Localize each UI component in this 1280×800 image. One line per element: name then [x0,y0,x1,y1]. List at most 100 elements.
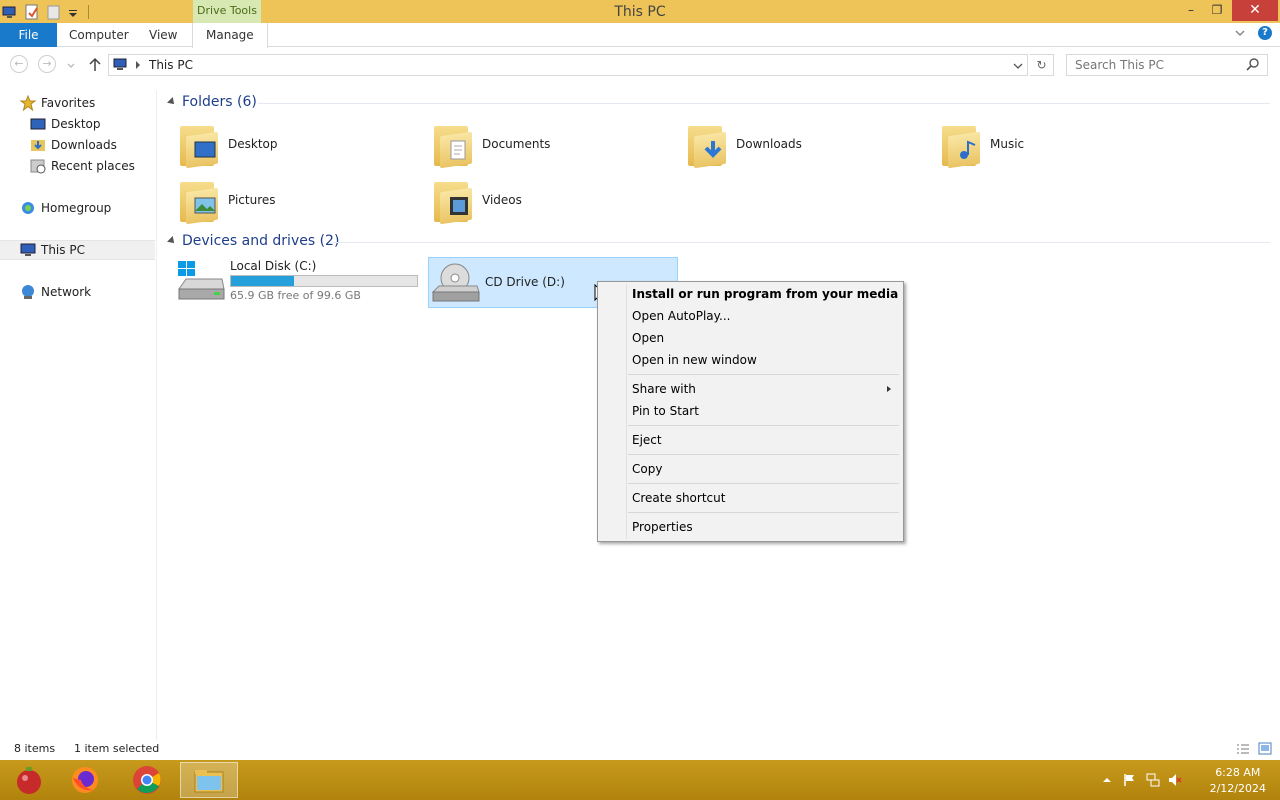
breadcrumb-arrow-icon[interactable] [135,61,141,69]
drive-label: CD Drive (D:) [485,275,565,289]
menu-item-eject[interactable]: Eject [632,433,662,447]
taskbar-ornament-app[interactable] [0,762,58,798]
window-title: This PC [614,4,666,20]
tab-file[interactable]: File [0,23,57,47]
restore-button[interactable]: ❐ [1204,0,1230,21]
folder-label: Videos [482,193,522,207]
this-pc-icon [20,242,36,258]
title-bar: Drive Tools This PC – ❐ ✕ [0,0,1280,23]
tab-manage[interactable]: Manage [192,23,268,48]
folder-label: Music [990,137,1025,151]
menu-item-create-shortcut[interactable]: Create shortcut [632,491,725,505]
star-icon [19,94,37,112]
hard-drive-icon [176,259,226,303]
taskbar-file-explorer[interactable] [180,762,238,798]
expand-ribbon-icon[interactable] [1234,27,1246,39]
close-button[interactable]: ✕ [1232,0,1278,21]
folder-label: Documents [482,137,551,151]
volume-muted-icon[interactable] [1168,773,1182,787]
tab-view[interactable]: View [149,23,177,47]
firefox-icon [72,767,98,793]
nav-label: Favorites [41,96,96,110]
file-explorer-icon [194,770,224,793]
taskbar-firefox[interactable] [56,762,114,798]
collapse-icon[interactable] [167,97,177,107]
network-status-icon[interactable] [1146,773,1160,787]
item-count: 8 items [14,742,56,755]
disk-usage-fill [231,276,294,286]
up-arrow-icon[interactable] [88,57,102,73]
menu-item-open-new-window[interactable]: Open in new window [632,353,757,367]
chrome-icon [133,766,161,794]
menu-item-properties[interactable]: Properties [632,520,693,534]
desktop-icon [30,116,46,132]
show-hidden-icons-icon[interactable] [1100,773,1114,787]
folder-music[interactable]: Music [932,118,1182,170]
menu-item-share-with[interactable]: Share with [632,382,696,396]
breadcrumb[interactable]: This PC [149,58,193,72]
menu-item-pin-to-start[interactable]: Pin to Start [632,404,699,418]
folder-downloads[interactable]: Downloads [678,118,928,170]
tab-computer[interactable]: Computer [69,23,129,47]
menu-item-copy[interactable]: Copy [632,462,662,476]
menu-gutter [626,284,627,539]
nav-homegroup[interactable]: Homegroup [0,198,155,218]
menu-item-open[interactable]: Open [632,331,664,345]
back-button[interactable]: ← [10,55,28,73]
menu-separator [628,425,899,426]
address-bar[interactable]: This PC [108,54,1028,76]
downloads-folder-icon [688,122,728,169]
folder-label: Downloads [736,137,802,151]
refresh-button[interactable]: ↻ [1030,54,1054,76]
submenu-arrow-icon [887,386,891,392]
menu-separator [628,483,899,484]
folder-videos[interactable]: Videos [424,174,674,226]
status-bar: 8 items 1 item selected [0,740,1280,760]
clock-date: 2/12/2024 [1209,782,1266,795]
details-view-icon[interactable] [1236,743,1250,755]
nav-label: Desktop [51,117,101,131]
folder-desktop[interactable]: Desktop [170,118,420,170]
desktop-folder-icon [180,122,220,169]
clock[interactable]: 6:28 AM 2/12/2024 [1210,765,1266,797]
recent-locations-icon[interactable] [66,61,76,71]
nav-favorites[interactable]: Favorites [0,93,155,113]
devices-group-header[interactable]: Devices and drives (2) [167,233,339,249]
folders-group-header[interactable]: Folders (6) [167,94,257,110]
menu-item-open-autoplay[interactable]: Open AutoPlay... [632,309,730,323]
cd-drive-icon [431,260,481,307]
system-tray: 6:28 AM 2/12/2024 [1100,760,1280,800]
taskbar-chrome[interactable] [118,762,176,798]
large-icons-view-icon[interactable] [1258,742,1272,755]
clock-time: 6:28 AM [1215,766,1261,779]
homegroup-icon [20,200,36,216]
context-menu: Install or run program from your media O… [597,281,904,542]
menu-separator [628,374,899,375]
ribbon: File Computer View Manage ? [0,23,1280,48]
address-dropdown-icon[interactable] [1013,61,1023,71]
search-icon[interactable] [1246,58,1260,72]
forward-button[interactable]: → [38,55,56,73]
minimize-button[interactable]: – [1178,0,1204,21]
folder-documents[interactable]: Documents [424,118,674,170]
drive-label: Local Disk (C:) [230,259,317,273]
group-divider [258,103,1270,104]
nav-label: Downloads [51,138,117,152]
disk-free-text: 65.9 GB free of 99.6 GB [230,289,361,302]
this-pc-icon [113,58,127,70]
nav-this-pc[interactable]: This PC [0,240,155,260]
network-icon [20,284,36,300]
help-icon[interactable]: ? [1258,26,1272,40]
menu-item-install-run[interactable]: Install or run program from your media [632,287,898,301]
collapse-icon[interactable] [167,236,177,246]
nav-desktop[interactable]: Desktop [0,114,155,134]
nav-recent-places[interactable]: Recent places [0,156,155,176]
folder-pictures[interactable]: Pictures [170,174,420,226]
disk-usage-bar [230,275,418,287]
nav-network[interactable]: Network [0,282,155,302]
action-center-flag-icon[interactable] [1122,773,1136,787]
search-input[interactable] [1066,54,1268,76]
pictures-folder-icon [180,178,220,225]
drive-local-disk[interactable]: Local Disk (C:) 65.9 GB free of 99.6 GB [176,259,418,303]
nav-downloads[interactable]: Downloads [0,135,155,155]
